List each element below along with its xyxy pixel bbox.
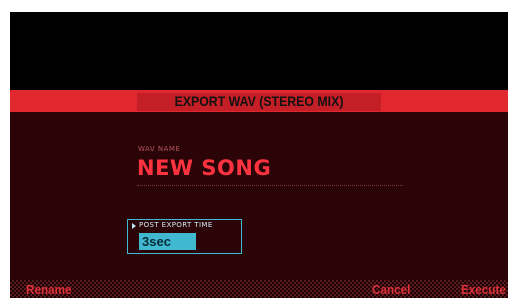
post-export-time-value[interactable]: 3sec <box>139 233 196 250</box>
post-export-time-field[interactable]: POST EXPORT TIME 3sec <box>127 219 242 254</box>
cancel-button[interactable]: Cancel <box>372 282 410 298</box>
rename-button[interactable]: Rename <box>26 282 72 298</box>
device-screen: EXPORT WAV (STEREO MIX) WAV NAME NEW SON… <box>10 12 508 298</box>
post-export-time-label: POST EXPORT TIME <box>139 221 213 229</box>
title-bar: EXPORT WAV (STEREO MIX) <box>10 90 508 112</box>
cursor-marker-icon <box>132 223 136 229</box>
execute-button[interactable]: Execute <box>461 282 506 298</box>
name-underline <box>137 185 403 186</box>
main-content: WAV NAME NEW SONG POST EXPORT TIME 3sec <box>10 112 508 280</box>
wav-name-value[interactable]: NEW SONG <box>137 156 271 180</box>
page-title: EXPORT WAV (STEREO MIX) <box>174 93 344 109</box>
wav-name-label: WAV NAME <box>138 145 181 153</box>
function-bar: Rename Cancel Execute <box>10 280 508 298</box>
